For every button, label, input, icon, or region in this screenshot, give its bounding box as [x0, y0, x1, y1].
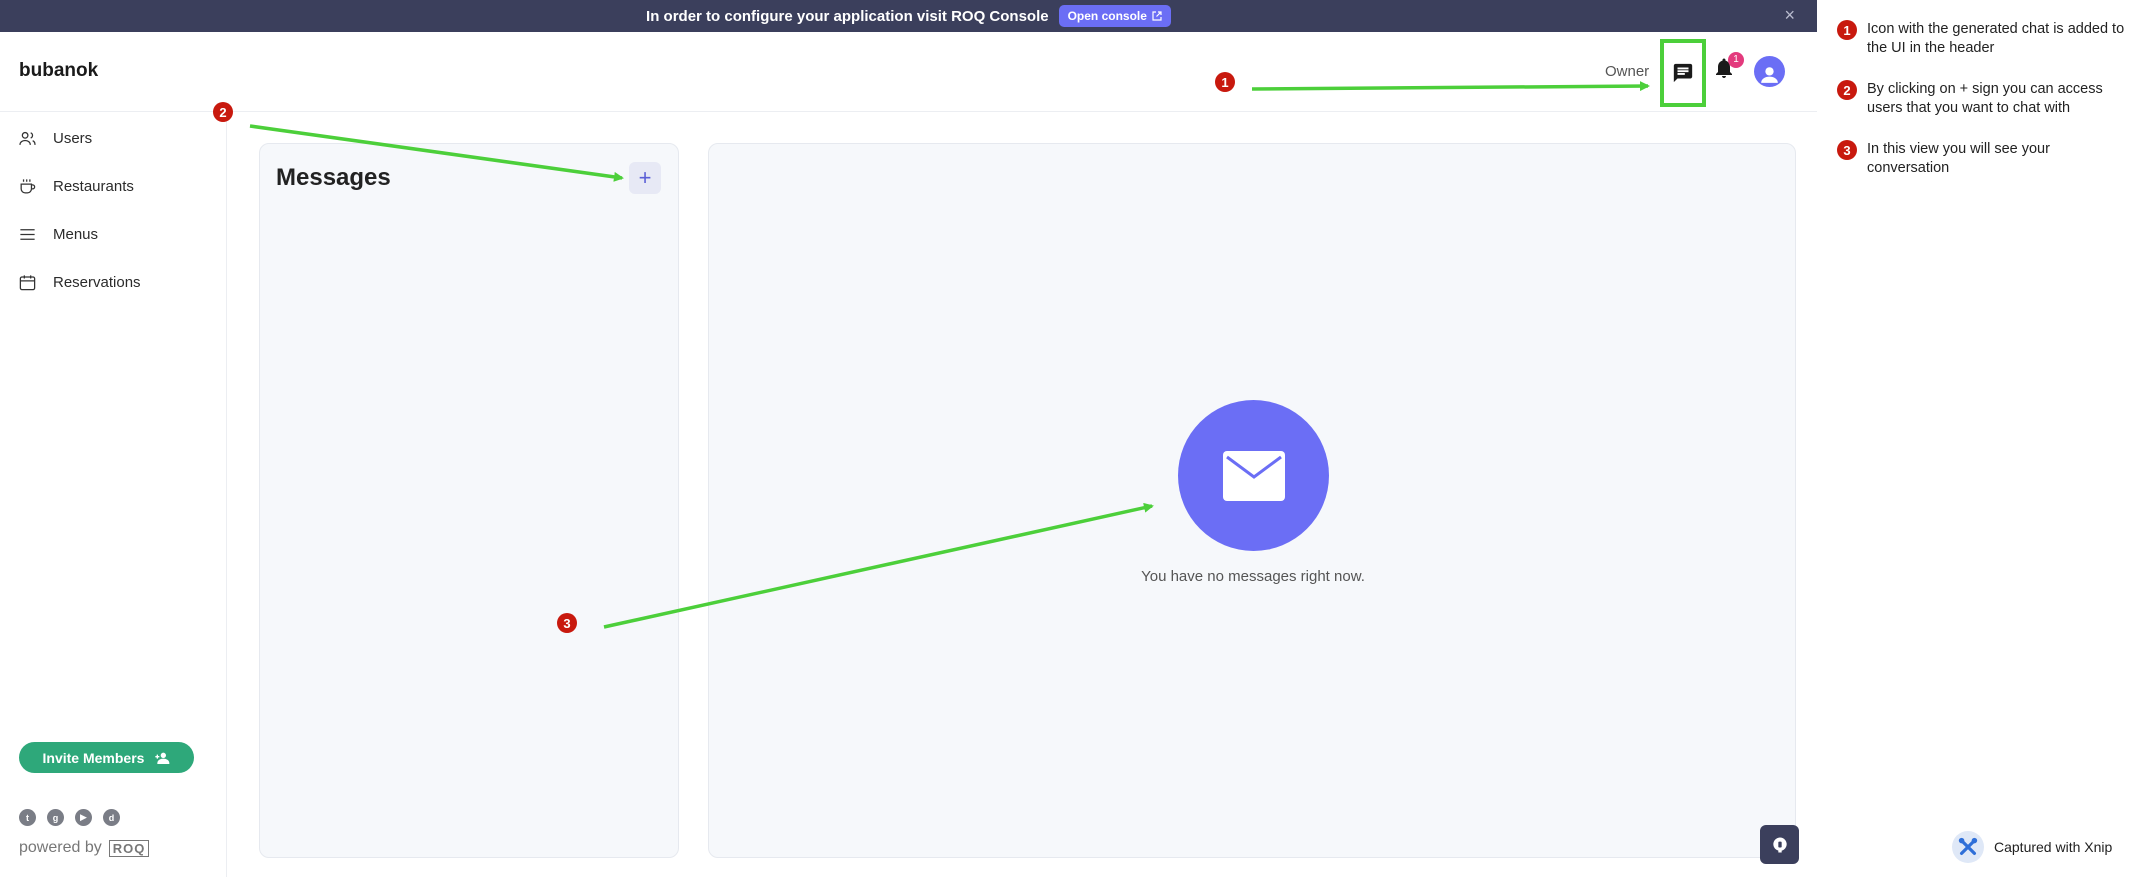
conversation-panel: You have no messages right now.	[708, 143, 1796, 858]
powered-by: powered by ROQ	[19, 839, 150, 857]
annotation-note: 1 Icon with the generated chat is added …	[1837, 20, 2127, 58]
sidebar: Users Restaurants Menus Reservations Inv…	[0, 112, 227, 877]
empty-state-illustration	[1178, 400, 1329, 551]
plus-icon: +	[638, 165, 652, 190]
user-icon	[1761, 67, 1778, 83]
annotation-marker-1: 1	[1215, 72, 1235, 92]
app-name: bubanok	[19, 60, 99, 81]
menu-lines-icon	[20, 229, 35, 240]
open-console-button[interactable]: Open console	[1058, 5, 1171, 27]
xnip-logo-icon	[1952, 831, 1984, 863]
messages-title: Messages	[276, 164, 391, 191]
annotation-note: 2 By clicking on + sign you can access u…	[1837, 80, 2127, 118]
sidebar-item-label: Users	[53, 130, 93, 147]
note-marker: 3	[1837, 140, 1857, 160]
sidebar-item-users[interactable]: Users	[18, 129, 92, 148]
sidebar-item-label: Restaurants	[53, 178, 134, 195]
lightbulb-icon	[1772, 837, 1787, 852]
sidebar-item-restaurants[interactable]: Restaurants	[18, 177, 134, 196]
xnip-text: Captured with Xnip	[1994, 839, 2113, 855]
empty-state-text: You have no messages right now.	[1141, 568, 1365, 585]
sidebar-item-reservations[interactable]: Reservations	[18, 273, 141, 292]
banner-text: In order to configure your application v…	[646, 7, 1049, 25]
banner-close-icon[interactable]: ×	[1784, 5, 1795, 26]
console-banner: In order to configure your application v…	[0, 0, 1817, 32]
twitter-icon[interactable]: t	[19, 809, 36, 826]
youtube-icon[interactable]: ▶	[75, 809, 92, 826]
roq-logo[interactable]: ROQ	[108, 839, 150, 857]
sidebar-item-menus[interactable]: Menus	[18, 225, 98, 244]
chat-icon	[1673, 63, 1693, 83]
xnip-watermark: Captured with Xnip	[1952, 831, 2112, 863]
avatar[interactable]	[1754, 56, 1785, 87]
note-marker: 2	[1837, 80, 1857, 100]
users-icon	[19, 131, 36, 145]
note-text: By clicking on + sign you can access use…	[1867, 81, 2103, 116]
user-role: Owner	[1605, 63, 1650, 80]
cup-icon	[20, 179, 36, 194]
note-text: Icon with the generated chat is added to…	[1867, 21, 2125, 56]
discord-icon[interactable]: d	[103, 809, 120, 826]
conversations-panel: Messages +	[259, 143, 679, 858]
external-link-icon	[1152, 11, 1162, 21]
calendar-icon	[19, 275, 36, 291]
chat-button[interactable]	[1660, 39, 1706, 107]
powered-by-text: powered by	[19, 839, 102, 856]
social-links: t g ▶ d	[19, 809, 120, 826]
annotation-notes: 1 Icon with the generated chat is added …	[1837, 20, 2127, 200]
note-text: In this view you will see your conversat…	[1867, 141, 2050, 176]
annotation-marker-3: 3	[557, 613, 577, 633]
invite-members-button[interactable]: Invite Members	[19, 742, 194, 773]
sidebar-item-label: Reservations	[53, 274, 141, 291]
help-button[interactable]	[1760, 825, 1799, 864]
invite-members-label: Invite Members	[42, 749, 145, 766]
notification-badge: 1	[1728, 52, 1744, 68]
new-conversation-button[interactable]: +	[629, 162, 661, 194]
app-header: bubanok Owner 1	[0, 32, 1817, 112]
github-icon[interactable]: g	[47, 809, 64, 826]
add-user-icon	[155, 752, 170, 764]
envelope-icon	[1222, 450, 1285, 501]
open-console-label: Open console	[1067, 9, 1147, 23]
note-marker: 1	[1837, 20, 1857, 40]
sidebar-item-label: Menus	[53, 226, 99, 243]
annotation-note: 3 In this view you will see your convers…	[1837, 140, 2127, 178]
annotation-marker-2: 2	[213, 102, 233, 122]
